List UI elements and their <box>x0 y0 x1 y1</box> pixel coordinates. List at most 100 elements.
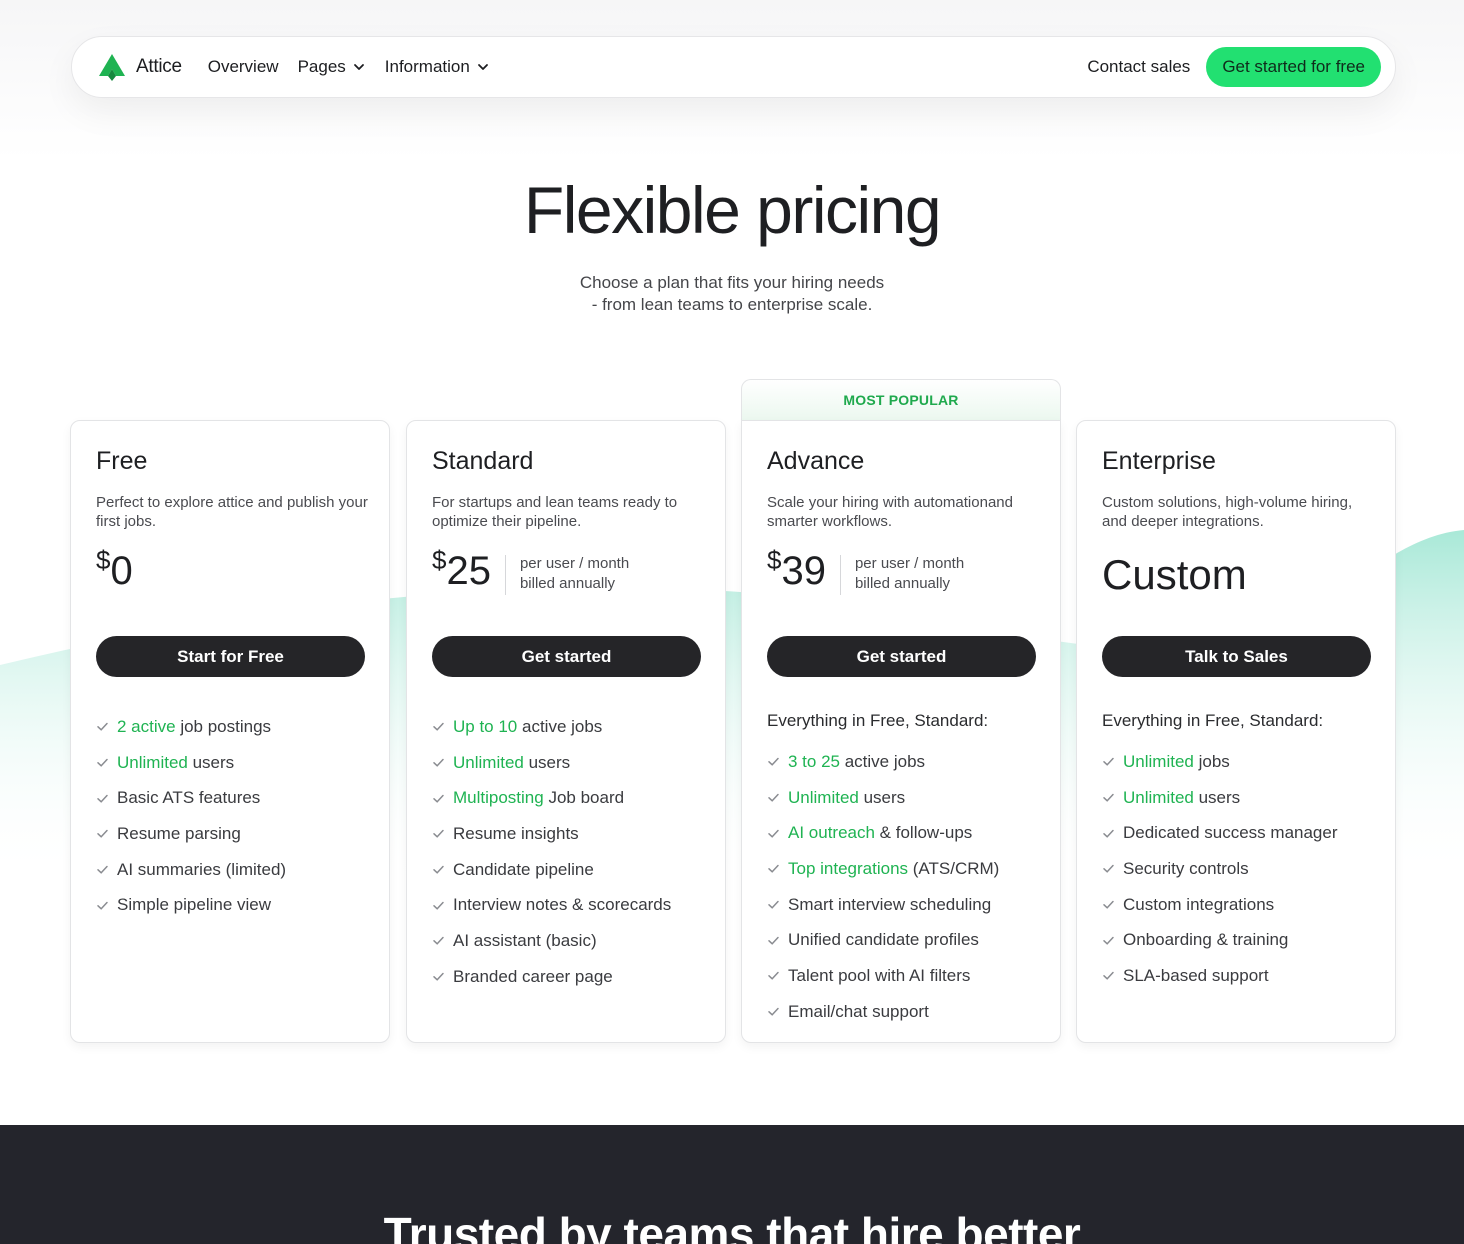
feature-text: 3 to 25 active jobs <box>788 752 925 772</box>
feature-highlight: AI outreach <box>788 823 875 843</box>
check-icon <box>433 972 444 981</box>
check-icon <box>768 972 779 981</box>
nav-link-information[interactable]: Information <box>385 57 490 77</box>
feature-item: Unified candidate profiles <box>767 922 999 958</box>
start-for-free-button[interactable]: Start for Free <box>96 636 365 677</box>
price-note-line: billed annually <box>854 575 951 592</box>
feature-item: SLA-based support <box>1102 958 1338 994</box>
feature-text: AI summaries (limited) <box>117 860 286 880</box>
check-icon <box>768 829 779 838</box>
feature-text: Multiposting Job board <box>453 788 624 808</box>
attice-logo-icon <box>99 54 125 81</box>
check-icon <box>97 830 108 838</box>
price-currency: $ <box>96 545 111 575</box>
feature-text: Onboarding & training <box>1123 930 1288 950</box>
top-nav: Attice Overview Pages Information Contac… <box>71 36 1396 98</box>
feature-highlight: Top integrations <box>788 858 909 878</box>
plan-description: Perfect to explore attice and publish yo… <box>96 494 368 530</box>
feature-item: Multiposting Job board <box>432 780 671 816</box>
plan-description: Custom solutions, high-volume hiring, an… <box>1102 494 1353 530</box>
feature-rest: Dedicated success manager <box>1123 823 1338 843</box>
check-icon <box>1103 865 1114 873</box>
nav-link-pages[interactable]: Pages <box>298 57 366 77</box>
check-icon <box>97 758 108 767</box>
trusted-section: Trusted by teams that hire better <box>0 1125 1464 1244</box>
feature-text: SLA-based support <box>1123 966 1269 986</box>
check-icon <box>1103 936 1114 945</box>
page-title: Flexible pricing <box>523 173 942 247</box>
feature-highlight: Multiposting <box>453 788 544 808</box>
chevron-down-icon <box>477 64 488 70</box>
plan-description: Scale your hiring with automationand sma… <box>767 494 1013 530</box>
check-icon <box>433 830 444 838</box>
check-icon <box>97 794 108 803</box>
feature-item: Simple pipeline view <box>96 887 286 923</box>
trusted-title: Trusted by teams that hire better <box>383 1208 1081 1244</box>
plan-name: Free <box>96 447 148 475</box>
feature-item: AI assistant (basic) <box>432 923 671 959</box>
get-started-free-button[interactable]: Get started for free <box>1206 47 1381 87</box>
check-icon <box>1103 829 1114 838</box>
feature-highlight: 3 to 25 <box>788 751 840 771</box>
feature-text: Basic ATS features <box>117 788 260 808</box>
price: $ 39 per user / month billed annually <box>767 543 964 595</box>
price-amount: 25 <box>446 549 491 593</box>
feature-text: Unlimited users <box>453 753 570 773</box>
feature-item: 2 active job postings <box>96 709 286 745</box>
feature-rest: Talent pool with AI filters <box>788 965 971 985</box>
feature-rest: Resume parsing <box>117 823 241 843</box>
feature-rest: Resume insights <box>453 823 579 843</box>
plan-name: Standard <box>432 447 534 475</box>
feature-text: Dedicated success manager <box>1123 823 1338 843</box>
price-note: per user / month billed annually <box>520 554 629 594</box>
plan-card-free: Free Perfect to explore attice and publi… <box>70 420 390 1043</box>
feature-item: Interview notes & scorecards <box>432 887 671 923</box>
feature-item: Up to 10 active jobs <box>432 709 671 745</box>
talk-to-sales-button[interactable]: Talk to Sales <box>1102 636 1371 677</box>
check-icon <box>97 723 108 731</box>
feature-intro: Everything in Free, Standard: <box>767 711 989 730</box>
feature-list: 2 active job postings Unlimited users Basi… <box>96 709 286 923</box>
check-icon <box>433 794 444 803</box>
feature-text: Smart interview scheduling <box>788 895 991 915</box>
feature-rest: users <box>858 787 906 807</box>
price-divider <box>504 555 506 595</box>
feature-highlight: Unlimited <box>1123 787 1194 807</box>
feature-item: Email/chat support <box>767 994 999 1030</box>
feature-text: Branded career page <box>453 967 613 987</box>
feature-item: Custom integrations <box>1102 887 1338 923</box>
feature-item: Security controls <box>1102 851 1338 887</box>
get-started-button[interactable]: Get started <box>767 636 1036 677</box>
feature-rest: Security controls <box>1123 858 1249 878</box>
feature-highlight: Unlimited <box>1123 751 1194 771</box>
check-icon <box>1103 793 1114 802</box>
nav-link-label: Overview <box>207 57 279 76</box>
feature-highlight: Unlimited <box>453 752 524 772</box>
feature-item: Branded career page <box>432 959 671 995</box>
feature-rest: AI summaries (limited) <box>117 859 287 879</box>
feature-rest: Job board <box>543 788 625 808</box>
feature-item: Candidate pipeline <box>432 852 671 888</box>
feature-item: Resume parsing <box>96 816 286 852</box>
check-icon <box>1103 972 1114 981</box>
price-note-line: billed annually <box>519 575 616 592</box>
contact-sales-link[interactable]: Contact sales <box>1087 57 1190 77</box>
check-icon <box>433 758 444 767</box>
feature-text: Resume insights <box>453 824 579 844</box>
get-started-button[interactable]: Get started <box>432 636 701 677</box>
nav-link-overview[interactable]: Overview <box>208 57 279 77</box>
plan-description: For startups and lean teams ready to opt… <box>432 494 678 530</box>
feature-rest: Email/chat support <box>788 1001 929 1021</box>
check-icon <box>768 793 779 802</box>
feature-rest: Onboarding & training <box>1123 930 1289 950</box>
feature-item: Unlimited users <box>432 745 671 781</box>
brand[interactable]: Attice <box>96 52 182 82</box>
price-note: per user / month billed annually <box>855 554 964 594</box>
check-icon <box>1103 758 1114 766</box>
plan-name: Enterprise <box>1102 447 1216 475</box>
feature-item: Unlimited users <box>767 780 999 816</box>
feature-text: Unlimited jobs <box>1123 752 1230 772</box>
feature-rest: active jobs <box>840 751 926 771</box>
chevron-down-icon <box>353 64 364 70</box>
price-amount: 39 <box>781 549 826 593</box>
